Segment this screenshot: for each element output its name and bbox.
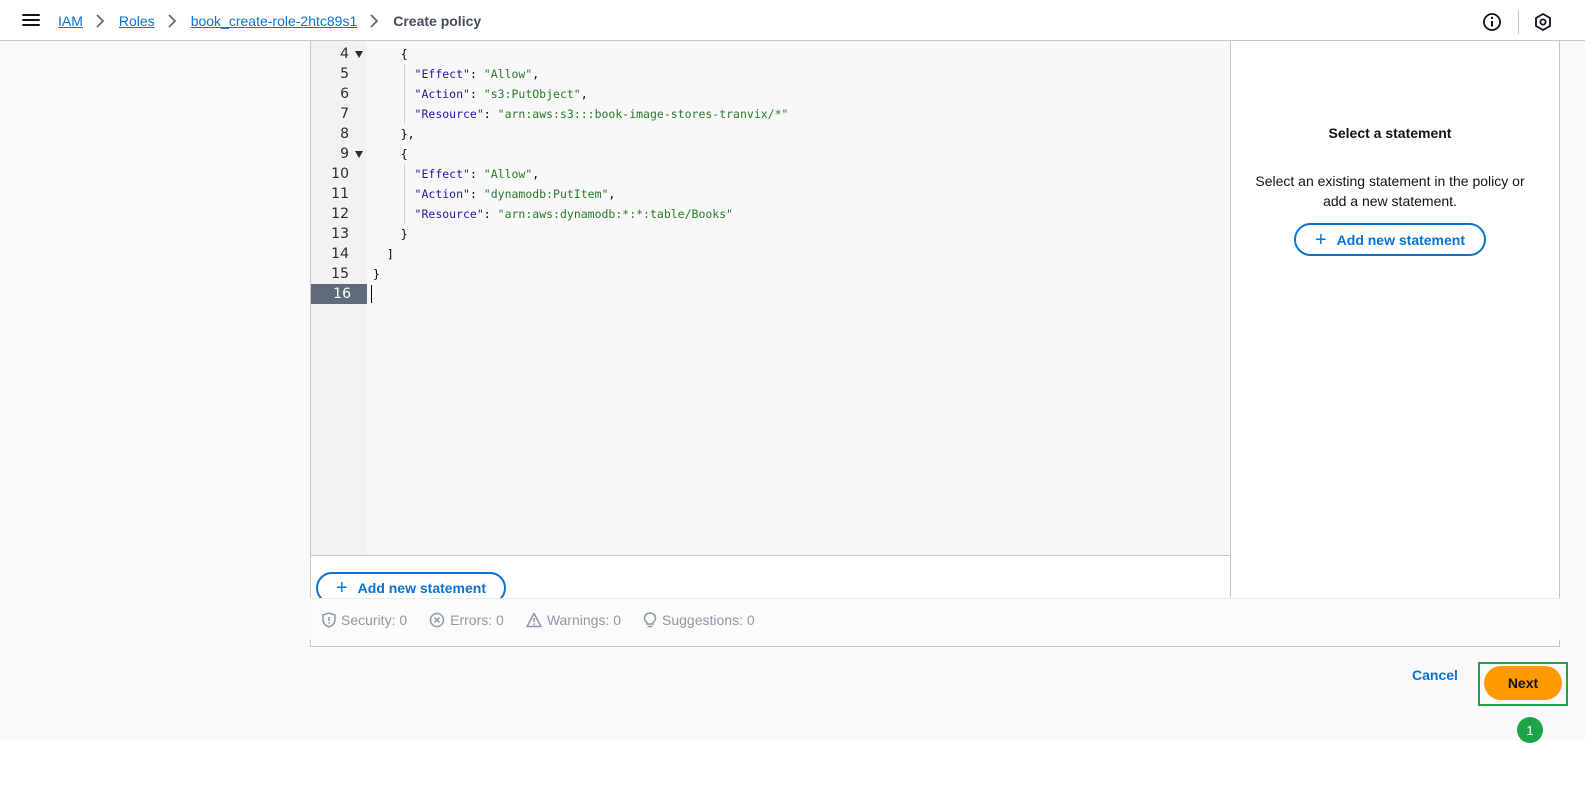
- code-text: "Resource": "arn:aws:dynamodb:*:*:table/…: [414, 207, 734, 221]
- line-number: 13: [331, 226, 349, 242]
- shield-icon: [322, 611, 336, 628]
- next-button[interactable]: Next: [1484, 666, 1562, 700]
- line-number: 10: [331, 166, 349, 182]
- side-add-new-statement-button[interactable]: + Add new statement: [1294, 223, 1486, 256]
- code-line[interactable]: 9 {: [311, 144, 1236, 164]
- line-number: 11: [331, 186, 349, 202]
- editor-footer: + Add new statement: [311, 555, 1236, 604]
- settings-hex-icon[interactable]: [1533, 12, 1553, 32]
- error-circle-icon: [429, 612, 445, 627]
- code-text: "Resource": "arn:aws:s3:::book-image-sto…: [414, 107, 789, 121]
- code-line[interactable]: 11 "Action": "dynamodb:PutItem",: [311, 184, 1236, 204]
- line-number: 12: [331, 206, 349, 222]
- errors-label: Errors: 0: [450, 611, 504, 628]
- side-panel-title: Select a statement: [1328, 125, 1452, 141]
- menu-icon[interactable]: [22, 12, 40, 28]
- breadcrumb-role-name[interactable]: book_create-role-2htc89s1: [191, 13, 358, 29]
- code-line[interactable]: 4 {: [311, 44, 1236, 64]
- security-label: Security: 0: [341, 611, 408, 628]
- code-text: "Action": "s3:PutObject",: [414, 87, 588, 101]
- code-text: }: [373, 267, 380, 281]
- code-line[interactable]: 13 }: [311, 224, 1236, 244]
- add-statement-label: Add new statement: [357, 580, 487, 596]
- code-text: "Effect": "Allow",: [414, 67, 540, 81]
- warnings-count[interactable]: Warnings: 0: [526, 612, 621, 628]
- suggestions-count[interactable]: Suggestions: 0: [643, 612, 755, 628]
- line-number: 15: [331, 266, 349, 282]
- code-line[interactable]: 5 "Effect": "Allow",: [311, 64, 1236, 84]
- warning-triangle-icon: [526, 612, 542, 627]
- cancel-button[interactable]: Cancel: [1412, 667, 1458, 683]
- line-number: 8: [340, 126, 349, 142]
- breadcrumb: IAM Roles book_create-role-2htc89s1 Crea…: [58, 0, 481, 41]
- plus-icon: +: [335, 577, 348, 599]
- errors-count[interactable]: Errors: 0: [429, 612, 504, 628]
- breadcrumb-iam[interactable]: IAM: [58, 13, 83, 29]
- security-count[interactable]: Security: 0: [322, 612, 407, 628]
- indent-guide: [404, 64, 405, 124]
- fold-arrow-icon[interactable]: [355, 151, 363, 158]
- top-bar: IAM Roles book_create-role-2htc89s1 Crea…: [0, 0, 1585, 41]
- chevron-right-icon: [83, 11, 119, 31]
- line-number: 5: [340, 66, 349, 82]
- validation-status-bar: Security: 0 Errors: 0 Warnings: 0 Sugges…: [310, 598, 1560, 640]
- code-line[interactable]: 12 "Resource": "arn:aws:dynamodb:*:*:tab…: [311, 204, 1236, 224]
- line-number: 9: [340, 146, 349, 162]
- code-line[interactable]: 14 ]: [311, 244, 1236, 264]
- line-number: 14: [331, 246, 349, 262]
- code-text: "Effect": "Allow",: [414, 167, 540, 181]
- code-text: "Action": "dynamodb:PutItem",: [414, 187, 616, 201]
- code-line[interactable]: 10 "Effect": "Allow",: [311, 164, 1236, 184]
- line-number: 4: [340, 46, 349, 62]
- line-number: 16: [311, 284, 367, 304]
- breadcrumb-current: Create policy: [393, 12, 482, 29]
- step-badge: 1: [1517, 717, 1543, 743]
- info-icon[interactable]: [1482, 12, 1502, 32]
- breadcrumb-roles[interactable]: Roles: [119, 13, 155, 29]
- warnings-label: Warnings: 0: [546, 611, 622, 628]
- text-cursor: [371, 285, 372, 303]
- side-add-statement-label: Add new statement: [1336, 231, 1466, 248]
- indent-guide: [404, 164, 405, 224]
- plus-icon: +: [1314, 228, 1327, 251]
- statement-side-panel: Select a statement Select an existing st…: [1230, 41, 1548, 598]
- code-line[interactable]: 6 "Action": "s3:PutObject",: [311, 84, 1236, 104]
- line-number: 7: [340, 106, 349, 122]
- code-text: ]: [373, 247, 394, 261]
- json-code-editor[interactable]: 4 {5 "Effect": "Allow", 6 "Action": "s3:P…: [311, 41, 1236, 555]
- chevron-right-icon: [155, 11, 191, 31]
- code-line[interactable]: 16: [311, 284, 1236, 304]
- fold-arrow-icon[interactable]: [355, 51, 363, 58]
- code-text: },: [373, 127, 415, 141]
- code-text: {: [373, 147, 408, 161]
- code-line[interactable]: 15}: [311, 264, 1236, 284]
- code-line[interactable]: 7 "Resource": "arn:aws:s3:::book-image-s…: [311, 104, 1236, 124]
- divider: [1518, 10, 1519, 34]
- suggestions-label: Suggestions: 0: [662, 611, 755, 628]
- chevron-right-icon: [357, 11, 393, 31]
- lightbulb-icon: [643, 611, 657, 627]
- line-number: 6: [340, 86, 349, 102]
- side-panel-description: Select an existing statement in the poli…: [1255, 173, 1525, 209]
- code-text: }: [373, 227, 408, 241]
- code-line[interactable]: 8 },: [311, 124, 1236, 144]
- code-text: {: [373, 47, 408, 61]
